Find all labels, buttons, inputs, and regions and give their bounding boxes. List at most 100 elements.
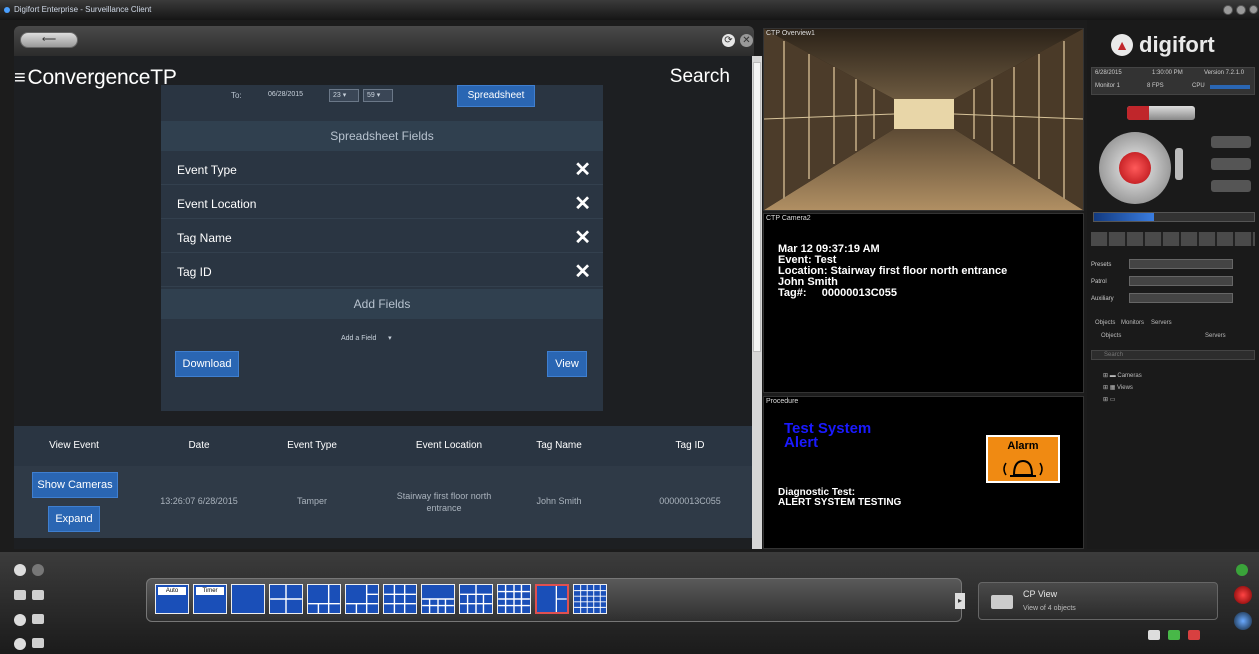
window-titlebar: Digifort Enterprise - Surveillance Clien… xyxy=(0,0,1259,20)
object-search-input[interactable]: Search xyxy=(1091,350,1255,360)
field-row-tag-id: Tag ID ✕ xyxy=(161,257,603,287)
ptz-mode-person-tab[interactable] xyxy=(1127,106,1149,120)
close-icon[interactable]: ✕ xyxy=(740,34,753,47)
bell-icon xyxy=(1003,459,1043,477)
maximize-button[interactable] xyxy=(1236,5,1246,15)
users-icon[interactable] xyxy=(14,638,26,650)
add-field-select[interactable]: Add a Field ▾ xyxy=(338,333,432,346)
tag-id-cell: 00000013C055 xyxy=(659,496,721,506)
focus-buttons[interactable] xyxy=(1211,136,1251,148)
layout-1plus7-button[interactable] xyxy=(421,584,455,614)
view-title: CP View xyxy=(1023,589,1058,599)
delete-icon[interactable] xyxy=(1188,630,1200,640)
ptz-mode-tabs[interactable] xyxy=(1127,106,1195,120)
auxiliary-select[interactable] xyxy=(1129,293,1233,303)
camera-view-camera2[interactable]: CTP Camera2 Mar 12 09:37:19 AM Event: Te… xyxy=(763,213,1084,393)
remove-field-icon[interactable]: ✕ xyxy=(574,259,591,284)
ptz-extra-buttons[interactable] xyxy=(1211,180,1251,192)
iris-buttons[interactable] xyxy=(1211,158,1251,170)
network-indicator-icon[interactable] xyxy=(1234,612,1252,630)
current-view-box[interactable]: CP View View of 4 objects xyxy=(978,582,1218,620)
ptz-joystick[interactable] xyxy=(1099,132,1171,204)
presets-select[interactable] xyxy=(1129,259,1233,269)
procedure-label: Procedure xyxy=(766,398,799,405)
column-header[interactable]: Event Type xyxy=(272,440,352,451)
tree-item-cameras-label: Cameras xyxy=(1117,373,1142,379)
layout-timer-button[interactable]: Timer xyxy=(193,584,227,614)
to-minute-select[interactable]: 59 ▾ xyxy=(363,89,393,102)
column-header[interactable]: View Event xyxy=(34,440,114,451)
hamburger-menu-icon[interactable]: ≡ xyxy=(14,67,26,89)
column-header[interactable]: Tag ID xyxy=(660,440,720,451)
ptz-control-panel: ▲ digifort 6/28/2015 1:30:00 PM Version … xyxy=(1087,20,1259,549)
web-scrollbar[interactable] xyxy=(752,56,762,549)
layout-4x4-button[interactable] xyxy=(497,584,531,614)
grid-icon[interactable] xyxy=(32,590,44,600)
column-header[interactable]: Tag Name xyxy=(524,440,594,451)
to-hour-select[interactable]: 23 ▾ xyxy=(329,89,359,102)
column-header[interactable]: Date xyxy=(164,440,234,451)
tray-scroll-right-icon[interactable]: ▸ xyxy=(955,593,965,609)
layout-grid-icon xyxy=(270,585,302,613)
settings-icon[interactable] xyxy=(14,564,26,576)
spreadsheet-button[interactable]: Spreadsheet xyxy=(457,85,535,107)
document-icon[interactable] xyxy=(32,614,44,624)
remove-field-icon[interactable]: ✕ xyxy=(574,157,591,182)
layout-save-icon[interactable] xyxy=(1148,630,1160,640)
patrol-select[interactable] xyxy=(1129,276,1233,286)
remove-field-icon[interactable]: ✕ xyxy=(574,225,591,250)
tree-item-views[interactable]: ⊞ ▦ Views xyxy=(1103,384,1133,391)
download-button[interactable]: Download xyxy=(175,351,239,377)
scrollbar-thumb[interactable] xyxy=(753,62,761,352)
refresh-icon[interactable]: ⟳ xyxy=(722,34,735,47)
layout-3x3-button[interactable] xyxy=(383,584,417,614)
record-icon[interactable] xyxy=(32,564,44,576)
layout-2x2-button[interactable] xyxy=(269,584,303,614)
zoom-slider[interactable] xyxy=(1175,148,1183,180)
results-table-header: View Event Date Event Type Event Locatio… xyxy=(14,426,752,466)
add-fields-header: Add Fields xyxy=(161,289,603,319)
remove-field-icon[interactable]: ✕ xyxy=(574,191,591,216)
back-button[interactable]: ⟵ xyxy=(20,32,78,48)
tab-servers[interactable]: Servers xyxy=(1151,320,1172,326)
tab-monitors[interactable]: Monitors xyxy=(1121,320,1144,326)
to-date-field[interactable]: 06/28/2015 xyxy=(265,89,317,102)
layout-1plus3-button[interactable] xyxy=(307,584,341,614)
status-box: 6/28/2015 1:30:00 PM Version 7.2.1.0 Mon… xyxy=(1091,67,1255,95)
column-header[interactable]: Event Location xyxy=(394,440,504,451)
view-button[interactable]: View xyxy=(547,351,587,377)
alert-title-line-2: Alert xyxy=(784,434,819,451)
expand-button[interactable]: Expand xyxy=(48,506,100,532)
tree-item-cameras[interactable]: ⊞ ▬ Cameras xyxy=(1103,372,1142,379)
monitor-icon[interactable] xyxy=(14,590,26,600)
layout-1plus9-button[interactable] xyxy=(459,584,493,614)
cpu-meter xyxy=(1210,85,1250,89)
speed-slider[interactable] xyxy=(1093,212,1255,222)
alarm-indicator-icon[interactable] xyxy=(1234,586,1252,604)
radio-servers[interactable]: Servers xyxy=(1205,333,1226,339)
date-row: To: 06/28/2015 23 ▾ 59 ▾ Spreadsheet xyxy=(161,85,603,121)
layout-1plus5-button[interactable] xyxy=(345,584,379,614)
confirm-icon[interactable] xyxy=(1168,630,1180,640)
field-row-event-location: Event Location ✕ xyxy=(161,189,603,219)
online-status-icon xyxy=(1236,564,1248,576)
ptz-center-button[interactable] xyxy=(1119,152,1151,184)
tab-objects[interactable]: Objects xyxy=(1095,320,1115,326)
radio-objects[interactable]: Objects xyxy=(1101,333,1121,339)
show-cameras-button[interactable]: Show Cameras xyxy=(32,472,118,498)
preset-number-buttons[interactable] xyxy=(1091,232,1255,246)
layout-1x1-button[interactable] xyxy=(231,584,265,614)
layout-selected-button[interactable] xyxy=(535,584,569,614)
close-window-button[interactable] xyxy=(1249,5,1258,14)
object-search-placeholder: Search xyxy=(1104,352,1124,358)
layout-grid-icon xyxy=(308,585,340,613)
layout-auto-button[interactable]: Auto xyxy=(155,584,189,614)
camera-icon[interactable] xyxy=(14,614,26,626)
minimize-button[interactable] xyxy=(1223,5,1233,15)
tree-item-folder[interactable]: ⊞ ▭ xyxy=(1103,396,1115,403)
auxiliary-label: Auxiliary xyxy=(1091,296,1114,302)
camera-view-overview[interactable]: CTP Overview1 xyxy=(763,28,1084,211)
alarm-label: Alarm xyxy=(1007,440,1039,452)
layout-5x5-button[interactable] xyxy=(573,584,607,614)
disk-icon[interactable] xyxy=(32,638,44,648)
